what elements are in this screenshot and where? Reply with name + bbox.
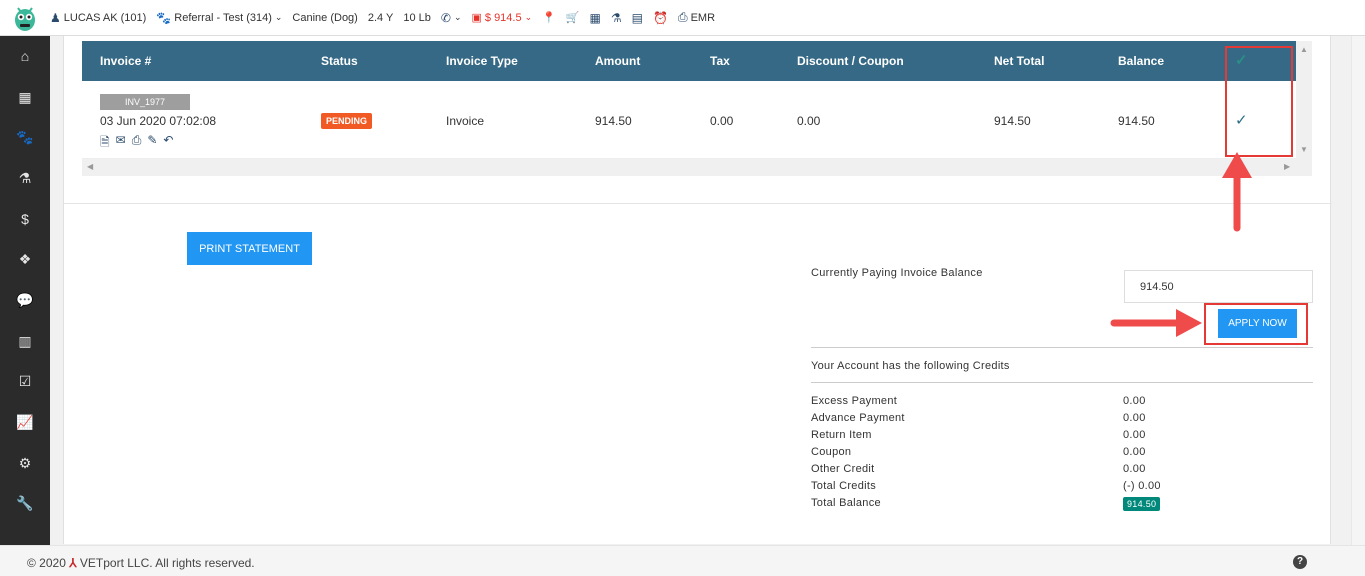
- printer-icon: ⎙: [677, 10, 688, 24]
- document-icon[interactable]: ▤: [632, 11, 643, 25]
- header-discount: Discount / Coupon: [797, 54, 904, 68]
- total-balance-badge: 914.50: [1123, 497, 1161, 511]
- sidebar-flask-icon[interactable]: ⚗: [0, 158, 50, 199]
- sidebar: ⌂ ▦ 🐾 ⚗ $ ❖ 💬 ▥ ☑ 📈 ⚙ 🔧: [0, 36, 50, 576]
- page-scrollbar[interactable]: [1351, 36, 1365, 545]
- copyright: © 2020 ⅄ VETport LLC. All rights reserve…: [27, 556, 255, 570]
- divider: [811, 347, 1313, 348]
- status-badge: PENDING: [321, 113, 373, 129]
- scroll-left-icon[interactable]: ◀: [87, 162, 93, 171]
- help-icon[interactable]: ?: [1293, 555, 1307, 569]
- sidebar-dollar-icon[interactable]: $: [0, 199, 50, 240]
- table-horizontal-scrollbar[interactable]: ◀ ▶: [82, 159, 1312, 176]
- weight: 10 Lb: [403, 11, 431, 24]
- reply-icon[interactable]: ↶: [163, 133, 173, 154]
- sidebar-paw-icon[interactable]: 🐾: [0, 117, 50, 158]
- invoice-datetime: 03 Jun 2020 07:02:08: [100, 114, 217, 128]
- vetport-logo[interactable]: [0, 0, 50, 36]
- credit-row-total-balance: Total Balance 914.50: [811, 497, 1313, 514]
- calendar-edit-icon[interactable]: ▦: [590, 11, 601, 25]
- top-bar: ♟ LUCAS AK (101) 🐾 Referral - Test (314)…: [0, 0, 1365, 36]
- invoice-balance: 914.50: [1118, 114, 1155, 128]
- divider: [64, 203, 1332, 204]
- invoice-net-total: 914.50: [994, 114, 1031, 128]
- header-net-total: Net Total: [994, 54, 1045, 68]
- referral-dropdown[interactable]: 🐾 Referral - Test (314) ⌄: [156, 11, 282, 25]
- table-row: INV_1977 03 Jun 2020 07:02:08 🗎 ✉ ⎙ ✎ ↶ …: [82, 81, 1296, 159]
- flask-icon[interactable]: ⚗: [611, 11, 622, 25]
- phone-icon: ✆: [440, 10, 451, 25]
- emr-button[interactable]: ⎙ EMR: [678, 10, 715, 25]
- invoice-discount: 0.00: [797, 114, 821, 128]
- credit-row-advance: Advance Payment 0.00: [811, 412, 1146, 424]
- wallet-icon: ▣: [471, 12, 482, 24]
- user-icon: ♟: [50, 10, 61, 25]
- print-statement-button[interactable]: PRINT STATEMENT: [187, 232, 312, 265]
- sidebar-chat-icon[interactable]: 💬: [0, 280, 50, 321]
- sidebar-gear-icon[interactable]: ⚙: [0, 443, 50, 484]
- header-invoice: Invoice #: [100, 54, 152, 68]
- invoice-amount: 914.50: [595, 114, 632, 128]
- sidebar-wrench-icon[interactable]: 🔧: [0, 484, 50, 525]
- email-icon[interactable]: ✉: [116, 133, 126, 154]
- balance-dropdown[interactable]: ▣ $ 914.5 ⌄: [471, 11, 533, 25]
- sidebar-home-icon[interactable]: ⌂: [0, 36, 50, 77]
- sidebar-chart-icon[interactable]: 📈: [0, 402, 50, 443]
- invoice-type: Invoice: [446, 114, 485, 128]
- credits-title: Your Account has the following Credits: [811, 360, 1010, 372]
- patient-name[interactable]: ♟ LUCAS AK (101): [50, 11, 146, 25]
- sidebar-dropbox-icon[interactable]: ❖: [0, 239, 50, 280]
- header-tax: Tax: [710, 54, 730, 68]
- header-balance: Balance: [1118, 54, 1165, 68]
- print-icon[interactable]: ⎙: [132, 133, 142, 154]
- chevron-down-icon: ⌄: [274, 12, 283, 22]
- chevron-down-icon: ⌄: [524, 12, 533, 22]
- location-icon[interactable]: 📍: [542, 11, 556, 24]
- footer: © 2020 ⅄ VETport LLC. All rights reserve…: [0, 545, 1365, 576]
- header-status: Status: [321, 54, 358, 68]
- monster-logo-icon: [15, 6, 35, 31]
- alarm-clock-icon[interactable]: ⏰: [653, 11, 668, 25]
- credit-row-excess: Excess Payment 0.00: [811, 395, 1146, 407]
- row-actions: 🗎 ✉ ⎙ ✎ ↶: [100, 133, 173, 154]
- header-invoice-type: Invoice Type: [446, 54, 518, 68]
- species: Canine (Dog): [292, 11, 358, 24]
- invoice-id-badge[interactable]: INV_1977: [100, 94, 190, 110]
- table-vertical-scrollbar[interactable]: ▲ ▼: [1296, 41, 1312, 159]
- sidebar-building-icon[interactable]: ▥: [0, 321, 50, 362]
- scroll-down-icon[interactable]: ▼: [1300, 145, 1308, 154]
- sidebar-checkbox-icon[interactable]: ☑: [0, 362, 50, 403]
- header-amount: Amount: [595, 54, 641, 68]
- age: 2.4 Y: [367, 11, 394, 24]
- vetport-mark-icon: ⅄: [69, 556, 77, 570]
- cart-icon[interactable]: 🛒: [566, 11, 580, 24]
- credit-row-total-credits: Total Credits (-) 0.00: [811, 480, 1161, 492]
- main-panel: Invoice # Status Invoice Type Amount Tax…: [63, 36, 1332, 544]
- paying-balance-label: Currently Paying Invoice Balance: [811, 267, 983, 279]
- phone-dropdown[interactable]: ✆ ⌄: [441, 11, 462, 25]
- sidebar-calendar-icon[interactable]: ▦: [0, 77, 50, 118]
- table-header: Invoice # Status Invoice Type Amount Tax…: [82, 41, 1296, 81]
- scroll-up-icon[interactable]: ▲: [1300, 45, 1308, 54]
- credit-row-coupon: Coupon 0.00: [811, 446, 1146, 458]
- invoice-tax: 0.00: [710, 114, 734, 128]
- check-column-highlight: [1225, 46, 1293, 157]
- scroll-right-icon[interactable]: ▶: [1284, 162, 1290, 171]
- edit-icon[interactable]: ✎: [147, 133, 157, 154]
- paw-icon: 🐾: [156, 10, 172, 25]
- credit-row-other: Other Credit 0.00: [811, 463, 1146, 475]
- divider: [811, 382, 1313, 383]
- chevron-down-icon: ⌄: [453, 12, 462, 22]
- pdf-icon[interactable]: 🗎: [100, 133, 110, 154]
- invoice-table: Invoice # Status Invoice Type Amount Tax…: [82, 41, 1312, 176]
- paying-balance-input[interactable]: [1124, 270, 1313, 303]
- credit-row-return: Return Item 0.00: [811, 429, 1146, 441]
- apply-now-button[interactable]: APPLY NOW: [1218, 309, 1297, 338]
